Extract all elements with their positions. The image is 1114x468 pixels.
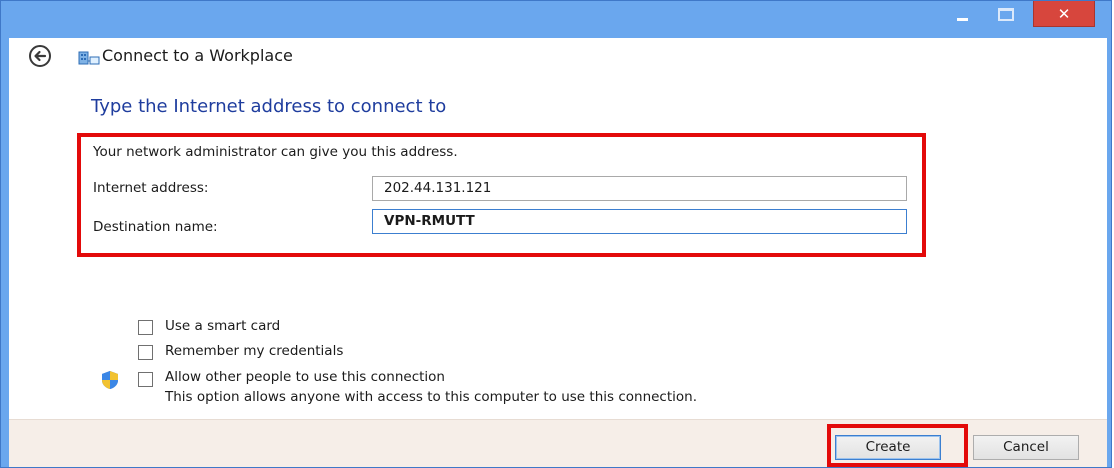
internet-address-field[interactable]: 202.44.131.121: [372, 176, 907, 201]
allow-others-description: This option allows anyone with access to…: [165, 389, 697, 405]
destination-name-label: Destination name:: [93, 219, 218, 235]
allow-others-label[interactable]: Allow other people to use this connectio…: [165, 369, 445, 385]
button-bar: Create Cancel: [9, 419, 1107, 467]
wizard-header: Connect to a Workplace: [9, 38, 1107, 74]
smart-card-label[interactable]: Use a smart card: [165, 318, 280, 334]
allow-others-checkbox[interactable]: [138, 372, 153, 387]
network-workplace-icon: [78, 51, 100, 65]
remember-credentials-label[interactable]: Remember my credentials: [165, 343, 343, 359]
wizard-body: Type the Internet address to connect to …: [9, 74, 1107, 419]
page-heading: Type the Internet address to connect to: [91, 96, 447, 117]
destination-name-field[interactable]: VPN-RMUTT: [372, 209, 907, 234]
smart-card-checkbox[interactable]: [138, 320, 153, 335]
back-arrow-icon[interactable]: [29, 45, 51, 67]
uac-shield-icon: [102, 371, 118, 389]
maximize-button[interactable]: [989, 1, 1023, 27]
wizard-title: Connect to a Workplace: [102, 46, 293, 65]
create-button[interactable]: Create: [835, 435, 941, 460]
remember-credentials-checkbox[interactable]: [138, 345, 153, 360]
minimize-icon: [956, 17, 968, 21]
wizard-content: Connect to a Workplace Type the Internet…: [9, 38, 1107, 467]
maximize-icon: [998, 7, 1014, 21]
title-bar[interactable]: ✕: [1, 1, 1111, 37]
close-button[interactable]: ✕: [1033, 1, 1095, 27]
cancel-button[interactable]: Cancel: [973, 435, 1079, 460]
wizard-window: ✕ Connect to a Workplace Type the Intern…: [0, 0, 1112, 468]
minimize-button[interactable]: [945, 1, 979, 27]
internet-address-label: Internet address:: [93, 180, 209, 196]
address-hint: Your network administrator can give you …: [93, 144, 458, 160]
